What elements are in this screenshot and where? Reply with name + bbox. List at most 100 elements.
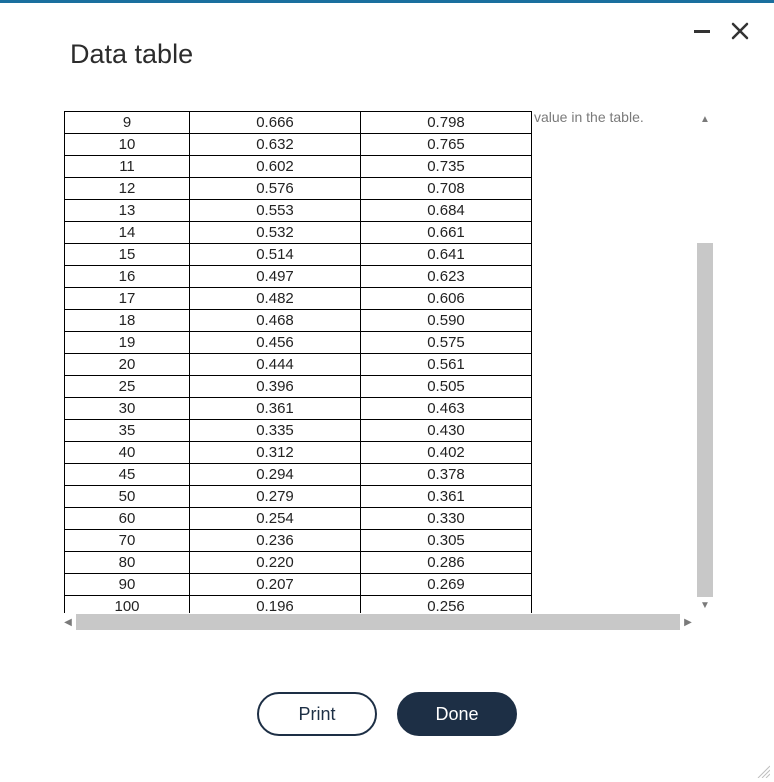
horizontal-scroll-track[interactable]	[76, 614, 680, 630]
titlebar-controls	[692, 21, 750, 41]
vertical-scroll-thumb[interactable]	[697, 243, 713, 597]
table-cell: 0.606	[361, 288, 532, 310]
table-cell: 50	[65, 486, 190, 508]
table-cell: 0.444	[190, 354, 361, 376]
table-cell: 12	[65, 178, 190, 200]
table-row: 500.2790.361	[65, 486, 532, 508]
table-cell: 0.254	[190, 508, 361, 530]
table-cell: 0.798	[361, 112, 532, 134]
table-cell: 14	[65, 222, 190, 244]
table-row: 140.5320.661	[65, 222, 532, 244]
horizontal-scrollbar[interactable]: ◀ ▶	[60, 613, 696, 631]
table-cell: 13	[65, 200, 190, 222]
table-row: 450.2940.378	[65, 464, 532, 486]
table-row: 120.5760.708	[65, 178, 532, 200]
print-button[interactable]: Print	[257, 692, 377, 736]
table-cell: 100	[65, 596, 190, 614]
table-cell: 0.666	[190, 112, 361, 134]
table-cell: 0.765	[361, 134, 532, 156]
table-row: 400.3120.402	[65, 442, 532, 464]
table-cell: 11	[65, 156, 190, 178]
table-cell: 0.361	[361, 486, 532, 508]
table-row: 200.4440.561	[65, 354, 532, 376]
table-cell: 70	[65, 530, 190, 552]
table-row: 190.4560.575	[65, 332, 532, 354]
table-cell: 0.632	[190, 134, 361, 156]
table-cell: 0.575	[361, 332, 532, 354]
table-row: 130.5530.684	[65, 200, 532, 222]
table-cell: 0.708	[361, 178, 532, 200]
table-cell: 0.514	[190, 244, 361, 266]
table-cell: 0.378	[361, 464, 532, 486]
table-cell: 0.286	[361, 552, 532, 574]
table-cell: 0.602	[190, 156, 361, 178]
resize-grip-icon[interactable]	[756, 764, 770, 778]
table-cell: 30	[65, 398, 190, 420]
table-row: 90.6660.798	[65, 112, 532, 134]
done-button[interactable]: Done	[397, 692, 517, 736]
table-cell: 40	[65, 442, 190, 464]
table-cell: 0.294	[190, 464, 361, 486]
table-cell: 0.463	[361, 398, 532, 420]
minimize-icon[interactable]	[692, 21, 712, 41]
table-row: 700.2360.305	[65, 530, 532, 552]
table-row: 250.3960.505	[65, 376, 532, 398]
table-cell: 18	[65, 310, 190, 332]
scroll-right-arrow-icon[interactable]: ▶	[680, 613, 696, 631]
scroll-down-arrow-icon[interactable]: ▼	[696, 597, 714, 613]
table-cell: 0.220	[190, 552, 361, 574]
table-cell: 0.468	[190, 310, 361, 332]
vertical-scrollbar[interactable]: ▲ ▼	[696, 111, 714, 613]
table-cell: 17	[65, 288, 190, 310]
table-cell: 0.402	[361, 442, 532, 464]
data-table-modal: Data table value in the table. 90.6660.7…	[0, 0, 774, 782]
table-cell: 0.236	[190, 530, 361, 552]
table-cell: 16	[65, 266, 190, 288]
table-cell: 0.430	[361, 420, 532, 442]
table-cell: 90	[65, 574, 190, 596]
table-cell: 0.735	[361, 156, 532, 178]
table-cell: 0.330	[361, 508, 532, 530]
table-wrap: 90.6660.798100.6320.765110.6020.735120.5…	[64, 111, 532, 613]
table-cell: 0.641	[361, 244, 532, 266]
table-cell: 0.312	[190, 442, 361, 464]
table-cell: 45	[65, 464, 190, 486]
table-cell: 20	[65, 354, 190, 376]
table-row: 300.3610.463	[65, 398, 532, 420]
table-cell: 0.269	[361, 574, 532, 596]
scroll-up-arrow-icon[interactable]: ▲	[696, 111, 714, 127]
table-cell: 0.361	[190, 398, 361, 420]
vertical-scroll-track[interactable]	[696, 127, 714, 597]
page-title: Data table	[70, 39, 193, 70]
table-row: 150.5140.641	[65, 244, 532, 266]
table-cell: 0.532	[190, 222, 361, 244]
table-cell: 0.661	[361, 222, 532, 244]
table-cell: 0.590	[361, 310, 532, 332]
table-cell: 10	[65, 134, 190, 156]
table-row: 180.4680.590	[65, 310, 532, 332]
table-cell: 0.497	[190, 266, 361, 288]
table-cell: 0.196	[190, 596, 361, 614]
data-table: 90.6660.798100.6320.765110.6020.735120.5…	[64, 111, 532, 613]
side-text-cutoff: value in the table.	[534, 111, 694, 125]
table-cell: 0.482	[190, 288, 361, 310]
table-cell: 0.456	[190, 332, 361, 354]
table-viewport: value in the table. 90.6660.798100.6320.…	[60, 111, 696, 613]
table-cell: 0.505	[361, 376, 532, 398]
table-cell: 35	[65, 420, 190, 442]
table-row: 170.4820.606	[65, 288, 532, 310]
table-cell: 9	[65, 112, 190, 134]
table-row: 100.6320.765	[65, 134, 532, 156]
table-cell: 0.396	[190, 376, 361, 398]
dialog-footer: Print Done	[0, 692, 774, 736]
table-row: 160.4970.623	[65, 266, 532, 288]
close-icon[interactable]	[730, 21, 750, 41]
table-cell: 0.335	[190, 420, 361, 442]
scroll-left-arrow-icon[interactable]: ◀	[60, 613, 76, 631]
table-cell: 15	[65, 244, 190, 266]
table-row: 600.2540.330	[65, 508, 532, 530]
table-cell: 0.279	[190, 486, 361, 508]
table-row: 350.3350.430	[65, 420, 532, 442]
table-cell: 80	[65, 552, 190, 574]
table-cell: 19	[65, 332, 190, 354]
